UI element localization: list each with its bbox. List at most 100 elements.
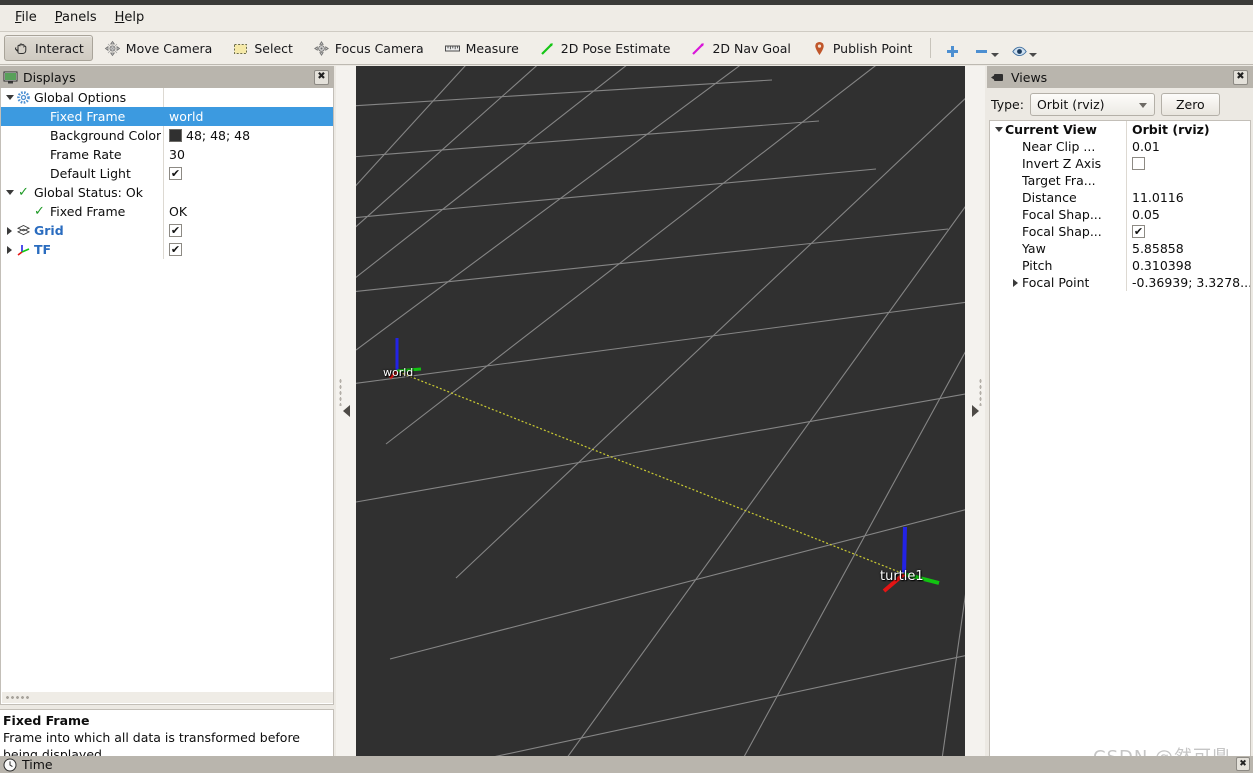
displays-row-value-cell[interactable]: 48; 48; 48 (164, 128, 333, 143)
checkbox[interactable]: ✔ (1132, 225, 1145, 238)
displays-row-default-light[interactable]: Default Light ✔ (1, 164, 333, 183)
expand-arrow-icon[interactable] (3, 190, 16, 195)
checkbox[interactable]: ✔ (169, 243, 182, 256)
tool-visibility-button[interactable] (1005, 35, 1043, 61)
views-row-label-cell: Focal Point (990, 274, 1127, 291)
close-icon[interactable]: ✖ (314, 69, 329, 85)
tool-2d-nav-goal[interactable]: 2D Nav Goal (681, 35, 799, 61)
views-row-value-cell[interactable]: 11.0116 (1127, 190, 1250, 205)
displays-row-label-cell: TF (1, 240, 164, 259)
displays-row-display-grid[interactable]: Grid ✔ (1, 221, 333, 240)
tool-label: 2D Pose Estimate (560, 40, 671, 56)
views-row-value-cell[interactable]: -0.36939; 3.3278... (1127, 275, 1250, 290)
scroll-grip[interactable] (5, 695, 30, 700)
displays-row-value-cell[interactable]: OK (164, 204, 333, 219)
views-row-value-cell[interactable]: ✔ (1127, 225, 1250, 238)
remove-tool-button[interactable] (967, 35, 1005, 61)
tool-label: Focus Camera (334, 40, 424, 56)
displays-tree[interactable]: Global Options Fixed Frame world Background… (0, 88, 334, 705)
views-row-value-cell[interactable] (1127, 157, 1250, 170)
view-type-select[interactable]: Orbit (rviz) (1029, 92, 1155, 116)
left-splitter-handle[interactable] (336, 66, 356, 756)
plus-icon (944, 43, 961, 60)
collapse-left-arrow-icon[interactable] (342, 405, 350, 417)
views-row-target-frame[interactable]: Target Fra... (990, 172, 1250, 189)
expand-arrow-icon[interactable] (3, 95, 16, 100)
checkbox[interactable]: ✔ (169, 167, 182, 180)
displays-row-value-cell[interactable]: world (164, 109, 333, 124)
views-row-value-cell[interactable]: 5.85858 (1127, 241, 1250, 256)
tool-2d-pose-estimate[interactable]: 2D Pose Estimate (530, 35, 680, 61)
collapse-arrow-icon[interactable] (3, 246, 16, 254)
tool-publish-point[interactable]: Publish Point (802, 35, 922, 61)
render-view-3d[interactable]: world turtle1 (356, 66, 965, 756)
right-splitter-handle[interactable] (965, 66, 985, 756)
views-row-value-cell[interactable]: 0.01 (1127, 139, 1250, 154)
views-row-value-cell[interactable]: 0.310398 (1127, 258, 1250, 273)
displays-row-status-fixed-frame[interactable]: ✓ Fixed Frame OK (1, 202, 333, 221)
views-row-label-cell: Target Fra... (990, 172, 1127, 189)
views-row-distance[interactable]: Distance 11.0116 (990, 189, 1250, 206)
menu-panels[interactable]: Panels (46, 7, 106, 28)
displays-row-global-options[interactable]: Global Options (1, 88, 333, 107)
close-icon[interactable]: ✖ (1233, 69, 1248, 85)
zero-view-button[interactable]: Zero (1160, 92, 1220, 116)
views-row-label-cell: Focal Shap... (990, 223, 1127, 240)
views-row-label-cell: Yaw (990, 240, 1127, 257)
checkbox[interactable]: ✔ (169, 224, 182, 237)
menu-help[interactable]: Help (106, 7, 154, 28)
tool-measure[interactable]: Measure (435, 35, 528, 61)
rviz-window: File Panels Help Interact Move Camera Se… (0, 0, 1253, 773)
views-row-value-cell[interactable]: 0.05 (1127, 207, 1250, 222)
views-row-pitch[interactable]: Pitch 0.310398 (990, 257, 1250, 274)
cell-value: 0.05 (1132, 207, 1160, 222)
cell-value: -0.36939; 3.3278... (1132, 275, 1250, 290)
displays-row-value-cell[interactable]: ✔ (164, 243, 333, 256)
collapse-arrow-icon[interactable] (1009, 279, 1022, 287)
displays-row-label: Global Options (34, 90, 127, 105)
displays-row-display-tf[interactable]: TF ✔ (1, 240, 333, 259)
help-title: Fixed Frame (3, 713, 90, 728)
displays-row-value-cell[interactable]: 30 (164, 147, 333, 162)
ruler-icon (444, 40, 461, 57)
views-row-current-view[interactable]: Current View Orbit (rviz) (990, 121, 1250, 138)
checkbox[interactable] (1132, 157, 1145, 170)
collapse-right-arrow-icon[interactable] (971, 405, 979, 417)
views-type-row: Type: Orbit (rviz) Zero (987, 90, 1253, 118)
collapse-arrow-icon[interactable] (3, 227, 16, 235)
check-icon: ✓ (18, 185, 29, 200)
cell-value: 0.310398 (1132, 258, 1192, 273)
views-row-invert-z-axis[interactable]: Invert Z Axis (990, 155, 1250, 172)
displays-row-value-cell[interactable]: ✔ (164, 167, 333, 180)
tool-focus-camera[interactable]: Focus Camera (304, 35, 433, 61)
views-row-focal-shape-size[interactable]: Focal Shap... 0.05 (990, 206, 1250, 223)
tool-interact[interactable]: Interact (4, 35, 93, 61)
menu-file[interactable]: File (6, 7, 46, 28)
displays-row-background-color[interactable]: Background Color 48; 48; 48 (1, 126, 333, 145)
gear-icon (16, 90, 31, 105)
views-tree[interactable]: Current View Orbit (rviz) Near Clip ... 0.0… (989, 120, 1251, 773)
add-tool-button[interactable] (938, 35, 967, 61)
tool-select[interactable]: Select (223, 35, 302, 61)
displays-row-value-cell[interactable]: ✔ (164, 224, 333, 237)
chevron-down-icon[interactable] (1029, 53, 1038, 57)
views-panel: Views ✖ Type: Orbit (rviz) Zero Current … (987, 66, 1253, 773)
color-swatch[interactable] (169, 129, 182, 142)
displays-row-frame-rate[interactable]: Frame Rate 30 (1, 145, 333, 164)
expand-arrow-icon[interactable] (992, 127, 1005, 132)
tool-move-camera[interactable]: Move Camera (95, 35, 222, 61)
views-row-value-cell[interactable]: Orbit (rviz) (1127, 122, 1250, 137)
displays-row-global-status[interactable]: ✓ Global Status: Ok (1, 183, 333, 202)
minus-icon (973, 43, 990, 60)
views-row-focal-shape-fixed-size[interactable]: Focal Shap... ✔ (990, 223, 1250, 240)
displays-horizontal-scrollbar[interactable] (2, 692, 333, 703)
views-row-label: Near Clip ... (1022, 139, 1096, 154)
close-icon[interactable]: ✖ (1236, 757, 1250, 771)
views-type-label: Type: (991, 96, 1024, 112)
displays-row-label-cell: Background Color (1, 126, 164, 145)
chevron-down-icon[interactable] (991, 53, 1000, 57)
displays-row-fixed-frame[interactable]: Fixed Frame world (1, 107, 333, 126)
views-row-near-clip-distance[interactable]: Near Clip ... 0.01 (990, 138, 1250, 155)
views-row-focal-point[interactable]: Focal Point -0.36939; 3.3278... (990, 274, 1250, 291)
views-row-yaw[interactable]: Yaw 5.85858 (990, 240, 1250, 257)
